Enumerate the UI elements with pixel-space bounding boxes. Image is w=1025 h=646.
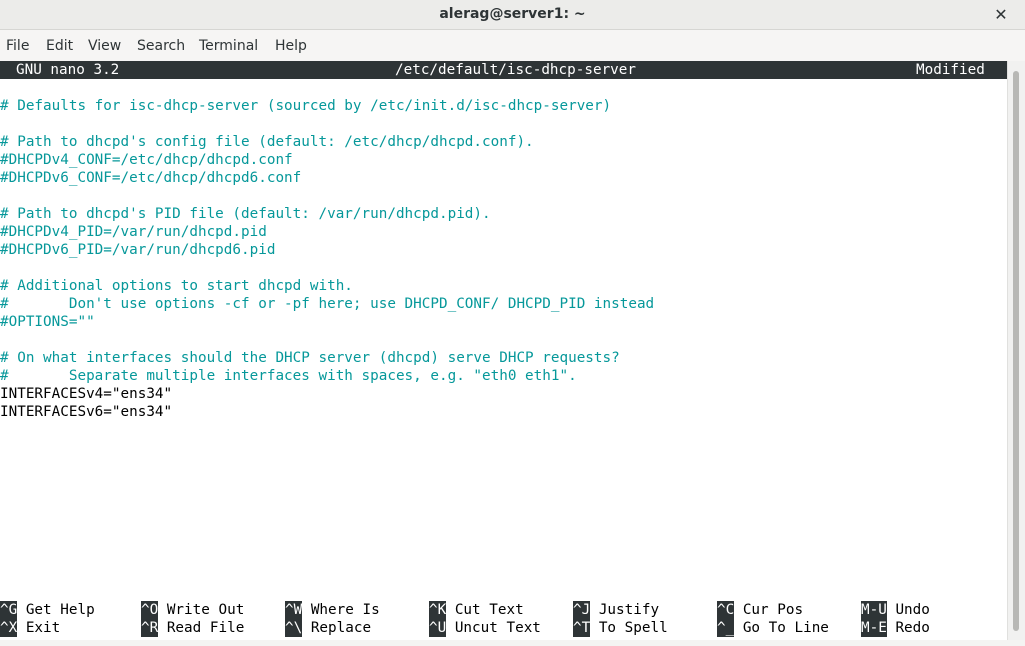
shortcut-key: ^U [429, 619, 447, 637]
shortcut-label: Exit [25, 620, 61, 636]
editor-line: # On what interfaces should the DHCP ser… [0, 350, 620, 366]
shortcut-key: M-E [861, 619, 887, 637]
shortcut-label: Uncut Text [454, 620, 541, 636]
shortcut-key: ^R [141, 619, 159, 637]
editor-line: # Separate multiple interfaces with spac… [0, 368, 577, 384]
shortcut-label: Replace [310, 620, 372, 636]
scrollbar-thumb[interactable] [1013, 71, 1019, 631]
editor-line: INTERFACESv6="ens34" [0, 404, 173, 420]
close-icon[interactable]: ✕ [991, 5, 1011, 25]
shortcut-key: ^W [285, 601, 303, 619]
editor-line: #DHCPDv6_CONF=/etc/dhcp/dhcpd6.conf [0, 170, 302, 186]
shortcut-item[interactable]: ^R Read File [141, 619, 244, 637]
shortcut-label: Get Help [25, 602, 95, 618]
shortcut-key: ^O [141, 601, 159, 619]
shortcut-item[interactable]: ^X Exit [0, 619, 60, 637]
shortcut-key: ^T [573, 619, 591, 637]
shortcut-key: M-U [861, 601, 887, 619]
shortcut-item[interactable]: M-U Undo [861, 601, 930, 619]
menu-file[interactable]: File [6, 38, 29, 54]
shortcut-item[interactable]: ^\ Replace [285, 619, 371, 637]
shortcut-key: ^J [573, 601, 591, 619]
shortcut-label: Read File [166, 620, 245, 636]
shortcut-label: Cut Text [454, 602, 524, 618]
shortcut-item[interactable]: ^T To Spell [573, 619, 668, 637]
shortcut-label: Go To Line [742, 620, 829, 636]
shortcut-item[interactable]: ^_ Go To Line [717, 619, 829, 637]
nano-header-bar: GNU nano 3.2 /etc/default/isc-dhcp-serve… [0, 61, 1007, 79]
editor-line: # Path to dhcpd's config file (default: … [0, 134, 534, 150]
shortcut-label: Justify [598, 602, 660, 618]
window-bottom-edge [0, 640, 1025, 646]
menu-terminal[interactable]: Terminal [199, 38, 258, 54]
editor-line: # Defaults for isc-dhcp-server (sourced … [0, 98, 612, 114]
window-titlebar: alerag@server1: ~ ✕ [0, 0, 1025, 30]
shortcut-key: ^K [429, 601, 447, 619]
shortcut-key: ^C [717, 601, 735, 619]
scrollbar[interactable] [1007, 61, 1025, 640]
shortcut-label: Redo [895, 620, 930, 636]
menu-search[interactable]: Search [137, 38, 185, 54]
window-title: alerag@server1: ~ [439, 6, 586, 22]
shortcut-key: ^G [0, 601, 18, 619]
shortcut-key: ^\ [285, 619, 303, 637]
shortcut-item[interactable]: M-E Redo [861, 619, 930, 637]
shortcut-item[interactable]: ^K Cut Text [429, 601, 524, 619]
shortcut-item[interactable]: ^U Uncut Text [429, 619, 541, 637]
editor-line: # Don't use options -cf or -pf here; use… [0, 296, 655, 312]
terminal-area[interactable]: GNU nano 3.2 /etc/default/isc-dhcp-serve… [0, 61, 1007, 640]
editor-line: # Path to dhcpd's PID file (default: /va… [0, 206, 491, 222]
shortcut-label: Cur Pos [742, 602, 804, 618]
editor-line: #DHCPDv4_CONF=/etc/dhcp/dhcpd.conf [0, 152, 293, 168]
editor-line: # Additional options to start dhcpd with… [0, 278, 353, 294]
shortcut-item[interactable]: ^O Write Out [141, 601, 244, 619]
shortcut-item[interactable]: ^G Get Help [0, 601, 95, 619]
editor-line: #DHCPDv6_PID=/var/run/dhcpd6.pid [0, 242, 276, 258]
shortcut-item[interactable]: ^W Where Is [285, 601, 380, 619]
editor-line: INTERFACESv4="ens34" [0, 386, 173, 402]
shortcut-key: ^_ [717, 619, 735, 637]
nano-version: GNU nano 3.2 [16, 62, 120, 78]
menubar: File Edit View Search Terminal Help [0, 30, 1025, 61]
menu-help[interactable]: Help [275, 38, 307, 54]
shortcut-label: Undo [895, 602, 930, 618]
editor-line: #OPTIONS="" [0, 314, 95, 330]
menu-view[interactable]: View [88, 38, 121, 54]
shortcut-label: To Spell [598, 620, 668, 636]
nano-filename: /etc/default/isc-dhcp-server [395, 62, 637, 78]
shortcut-label: Write Out [166, 602, 245, 618]
menu-edit[interactable]: Edit [46, 38, 73, 54]
editor-line: #DHCPDv4_PID=/var/run/dhcpd.pid [0, 224, 267, 240]
shortcut-item[interactable]: ^J Justify [573, 601, 659, 619]
nano-status: Modified [916, 62, 985, 78]
shortcut-key: ^X [0, 619, 18, 637]
shortcut-label: Where Is [310, 602, 380, 618]
shortcut-item[interactable]: ^C Cur Pos [717, 601, 803, 619]
